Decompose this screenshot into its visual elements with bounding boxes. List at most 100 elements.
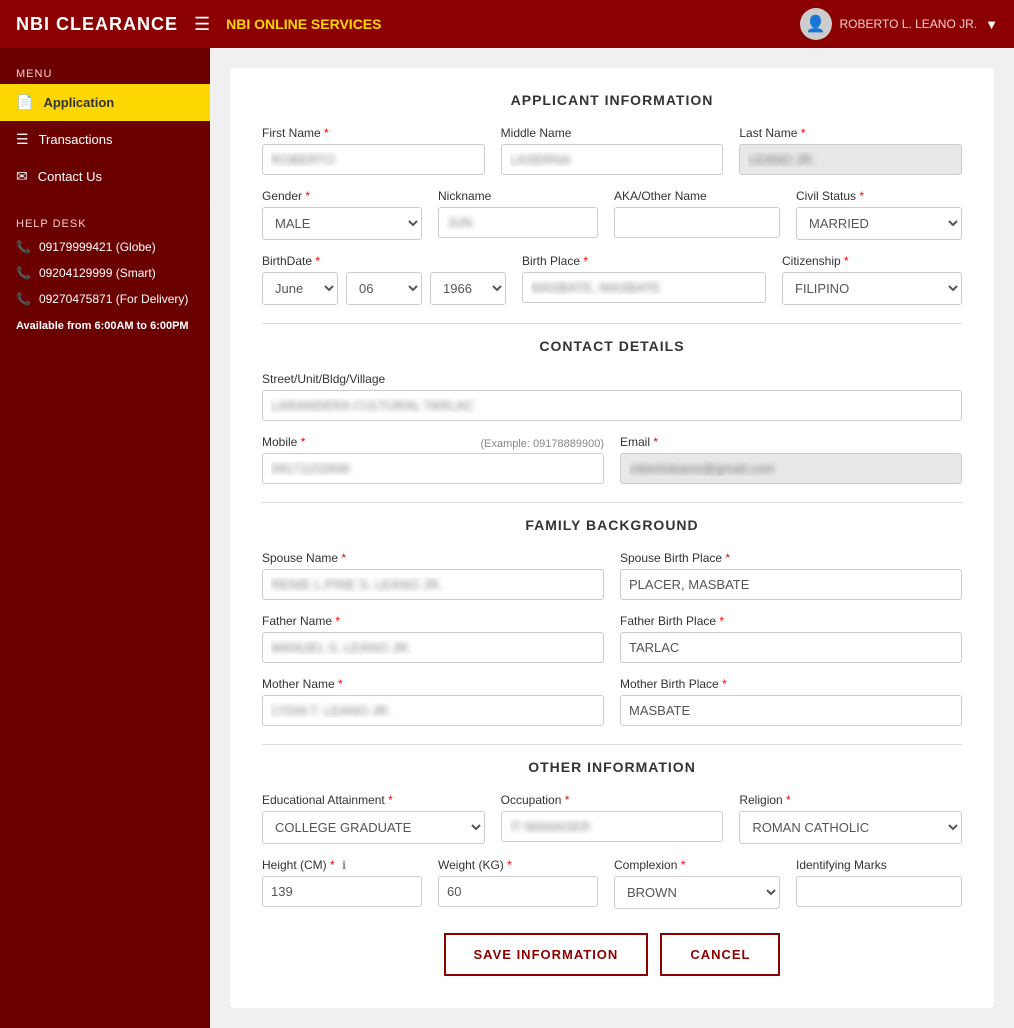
sidebar-label-contact: Contact Us <box>38 169 102 184</box>
gender-label: Gender * <box>262 189 422 203</box>
help-phone-globe: 📞 09179999421 (Globe) <box>0 234 210 260</box>
weight-input[interactable] <box>438 876 598 907</box>
complexion-label: Complexion * <box>614 858 780 872</box>
group-father-birthplace: Father Birth Place * <box>620 614 962 663</box>
group-education: Educational Attainment * ELEMENTARY HIGH… <box>262 793 485 844</box>
navbar-dropdown-icon[interactable]: ▼ <box>985 17 998 32</box>
aka-input[interactable] <box>614 207 780 238</box>
row-birthdate: BirthDate * June 06 1966 Birth <box>262 254 962 305</box>
birthdate-row: June 06 1966 <box>262 272 506 305</box>
phone-icon-1: 📞 <box>16 240 31 254</box>
father-birthplace-input[interactable] <box>620 632 962 663</box>
group-father-name: Father Name * <box>262 614 604 663</box>
section-applicant-title: APPLICANT INFORMATION <box>262 92 962 108</box>
religion-select[interactable]: ROMAN CATHOLIC PROTESTANT ISLAM OTHERS <box>739 811 962 844</box>
mother-name-input[interactable] <box>262 695 604 726</box>
contact-icon: ✉ <box>16 168 28 185</box>
street-input[interactable] <box>262 390 962 421</box>
birth-month-select[interactable]: June <box>262 272 338 305</box>
help-phone-delivery: 📞 09270475871 (For Delivery) <box>0 286 210 312</box>
group-nickname: Nickname <box>438 189 598 240</box>
section-contact-title: CONTACT DETAILS <box>262 338 962 354</box>
transactions-icon: ☰ <box>16 131 29 148</box>
first-name-label: First Name * <box>262 126 485 140</box>
group-birthplace: Birth Place * <box>522 254 766 305</box>
group-spouse-name: Spouse Name * <box>262 551 604 600</box>
sidebar-divider <box>0 201 210 202</box>
middle-name-input[interactable] <box>501 144 724 175</box>
sidebar-item-contact-us[interactable]: ✉ Contact Us <box>0 158 210 195</box>
menu-label: MENU <box>0 58 210 84</box>
mother-name-label: Mother Name * <box>262 677 604 691</box>
family-divider <box>262 502 962 503</box>
middle-name-label: Middle Name <box>501 126 724 140</box>
group-spouse-birthplace: Spouse Birth Place * <box>620 551 962 600</box>
other-divider <box>262 744 962 745</box>
row-street: Street/Unit/Bldg/Village <box>262 372 962 421</box>
mobile-label: Mobile * <box>262 435 305 449</box>
email-label: Email * <box>620 435 962 449</box>
row-gender-nickname: Gender * MALE FEMALE Nickname AKA/Other … <box>262 189 962 240</box>
sidebar: MENU 📄 Application ☰ Transactions ✉ Cont… <box>0 48 210 1028</box>
cancel-button[interactable]: CANCEL <box>660 933 780 976</box>
spouse-name-input[interactable] <box>262 569 604 600</box>
street-label: Street/Unit/Bldg/Village <box>262 372 962 386</box>
civil-status-select[interactable]: SINGLE MARRIED WIDOWED SEPARATED <box>796 207 962 240</box>
help-desk-label: HELP DESK <box>0 208 210 234</box>
main-content: APPLICANT INFORMATION First Name * Middl… <box>210 48 1014 1028</box>
navbar-service: NBI ONLINE SERVICES <box>226 16 381 32</box>
identifying-marks-input[interactable] <box>796 876 962 907</box>
sidebar-item-transactions[interactable]: ☰ Transactions <box>0 121 210 158</box>
civil-status-label: Civil Status * <box>796 189 962 203</box>
button-row: SAVE INFORMATION CANCEL <box>262 933 962 976</box>
occupation-input[interactable] <box>501 811 724 842</box>
help-phone-smart: 📞 09204129999 (Smart) <box>0 260 210 286</box>
group-last-name: Last Name * <box>739 126 962 175</box>
application-icon: 📄 <box>16 94 33 111</box>
father-name-input[interactable] <box>262 632 604 663</box>
save-button[interactable]: SAVE INFORMATION <box>444 933 649 976</box>
group-email: Email * <box>620 435 962 484</box>
height-input[interactable] <box>262 876 422 907</box>
mother-birthplace-input[interactable] <box>620 695 962 726</box>
group-citizenship: Citizenship * FILIPINO DUAL CITIZEN FORE… <box>782 254 962 305</box>
phone-icon-2: 📞 <box>16 266 31 280</box>
available-text: Available from 6:00AM to 6:00PM <box>0 312 210 340</box>
first-name-input[interactable] <box>262 144 485 175</box>
identifying-marks-label: Identifying Marks <box>796 858 962 872</box>
spouse-birthplace-label: Spouse Birth Place * <box>620 551 962 565</box>
layout: MENU 📄 Application ☰ Transactions ✉ Cont… <box>0 48 1014 1028</box>
sidebar-item-application[interactable]: 📄 Application <box>0 84 210 121</box>
occupation-label: Occupation * <box>501 793 724 807</box>
menu-icon[interactable]: ☰ <box>194 14 210 35</box>
education-select[interactable]: ELEMENTARY HIGH SCHOOL VOCATIONAL COLLEG… <box>262 811 485 844</box>
contact-divider <box>262 323 962 324</box>
section-family-title: FAMILY BACKGROUND <box>262 517 962 533</box>
email-input[interactable] <box>620 453 962 484</box>
citizenship-select[interactable]: FILIPINO DUAL CITIZEN FOREIGNER <box>782 272 962 305</box>
spouse-name-label: Spouse Name * <box>262 551 604 565</box>
row-mother: Mother Name * Mother Birth Place * <box>262 677 962 726</box>
sidebar-label-application: Application <box>43 95 114 110</box>
nickname-input[interactable] <box>438 207 598 238</box>
birthdate-label: BirthDate * <box>262 254 506 268</box>
row-physical: Height (CM) * ℹ Weight (KG) * Complexion… <box>262 858 962 909</box>
spouse-birthplace-input[interactable] <box>620 569 962 600</box>
birthplace-input[interactable] <box>522 272 766 303</box>
row-mobile-email: Mobile * (Example: 09178889900) Email * <box>262 435 962 484</box>
last-name-label: Last Name * <box>739 126 962 140</box>
complexion-select[interactable]: BROWN FAIR DARK LIGHT <box>614 876 780 909</box>
last-name-input[interactable] <box>739 144 962 175</box>
group-gender: Gender * MALE FEMALE <box>262 189 422 240</box>
row-spouse: Spouse Name * Spouse Birth Place * <box>262 551 962 600</box>
navbar-username: ROBERTO L. LEANO JR. <box>840 17 978 31</box>
form-card: APPLICANT INFORMATION First Name * Middl… <box>230 68 994 1008</box>
birth-year-select[interactable]: 1966 <box>430 272 506 305</box>
group-first-name: First Name * <box>262 126 485 175</box>
gender-select[interactable]: MALE FEMALE <box>262 207 422 240</box>
group-mobile: Mobile * (Example: 09178889900) <box>262 435 604 484</box>
mobile-input[interactable] <box>262 453 604 484</box>
birth-day-select[interactable]: 06 <box>346 272 422 305</box>
height-info-icon[interactable]: ℹ <box>342 860 346 872</box>
father-name-label: Father Name * <box>262 614 604 628</box>
